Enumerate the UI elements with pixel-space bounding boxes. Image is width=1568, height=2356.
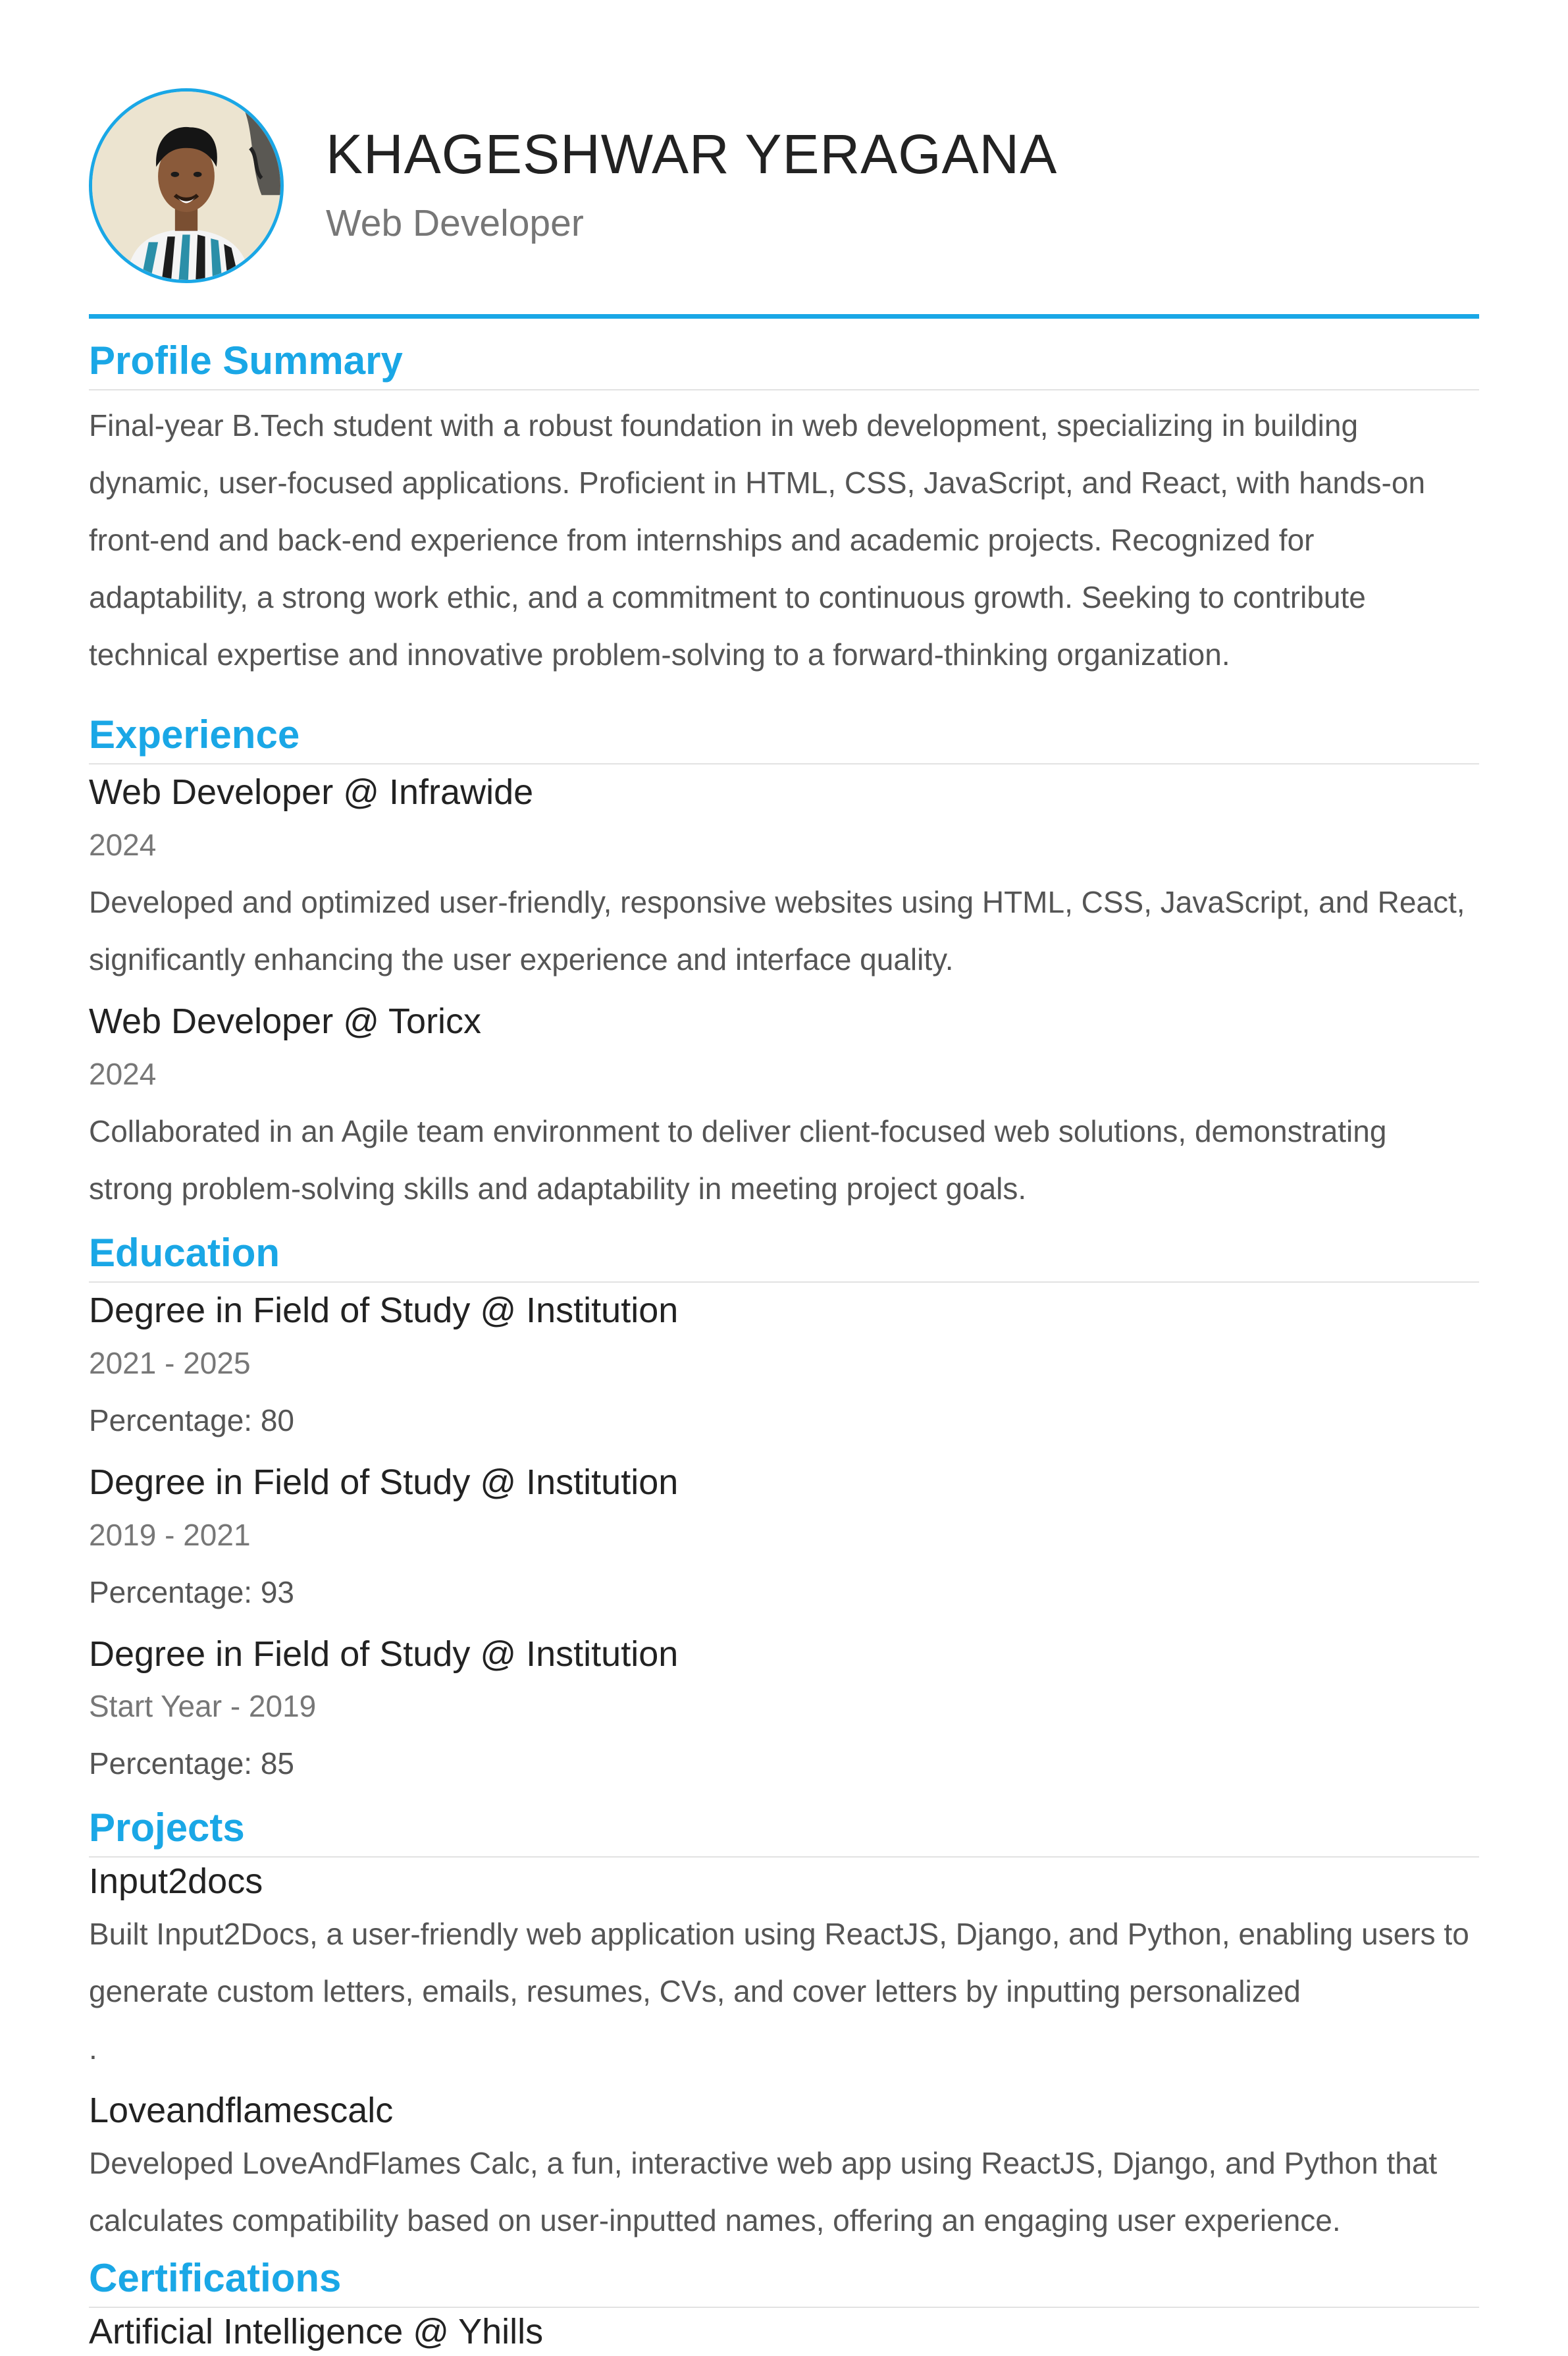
certification-item: Artificial Intelligence @ Yhills xyxy=(89,2308,1479,2356)
education-section: Education Degree in Field of Study @ Ins… xyxy=(89,1228,1479,1793)
experience-item: Web Developer @ Infrawide 2024 Developed… xyxy=(89,768,1479,988)
experience-section: Experience Web Developer @ Infrawide 202… xyxy=(89,710,1479,1218)
section-title-profile-summary: Profile Summary xyxy=(89,336,1479,390)
project-title: Input2docs xyxy=(89,1861,263,1902)
experience-item: Web Developer @ Toricx 2024 Collaborated… xyxy=(89,998,1479,1218)
project-description: Built Input2Docs, a user-friendly web ap… xyxy=(89,1917,1469,2009)
project-item: Loveandflamescalc Developed LoveAndFlame… xyxy=(89,2087,1479,2249)
candidate-name: KHAGESHWAR YERAGANA xyxy=(326,123,1058,185)
experience-date: 2024 xyxy=(89,827,157,862)
projects-section: Projects Input2docs Built Input2Docs, a … xyxy=(89,1803,1479,2249)
experience-description: Collaborated in an Agile team environmen… xyxy=(89,1113,1387,1206)
education-date: Start Year - 2019 xyxy=(89,1689,317,1724)
project-trailing-mark: . xyxy=(89,2031,97,2066)
project-item: Input2docs Built Input2Docs, a user-frie… xyxy=(89,1858,1479,2077)
education-item: Degree in Field of Study @ Institution 2… xyxy=(89,1287,1479,1449)
education-title: Degree in Field of Study @ Institution xyxy=(89,1462,679,1502)
education-item: Degree in Field of Study @ Institution 2… xyxy=(89,1459,1479,1621)
section-title-education: Education xyxy=(89,1228,1479,1283)
experience-description: Developed and optimized user-friendly, r… xyxy=(89,884,1465,977)
education-title: Degree in Field of Study @ Institution xyxy=(89,1634,679,1674)
resume-header: KHAGESHWAR YERAGANA Web Developer xyxy=(89,0,1479,319)
header-divider xyxy=(89,314,1479,319)
education-title: Degree in Field of Study @ Institution xyxy=(89,1290,679,1330)
education-percentage: Percentage: 93 xyxy=(89,1574,295,1609)
experience-date: 2024 xyxy=(89,1056,157,1091)
experience-title: Web Developer @ Infrawide xyxy=(89,772,534,812)
education-percentage: Percentage: 80 xyxy=(89,1403,295,1437)
education-date: 2019 - 2021 xyxy=(89,1517,251,1552)
section-title-experience: Experience xyxy=(89,710,1479,764)
profile-summary-section: Profile Summary Final-year B.Tech studen… xyxy=(89,336,1479,683)
education-percentage: Percentage: 85 xyxy=(89,1746,295,1781)
profile-summary-text: Final-year B.Tech student with a robust … xyxy=(89,408,1426,672)
candidate-role: Web Developer xyxy=(326,202,584,244)
project-title: Loveandflamescalc xyxy=(89,2091,394,2131)
certifications-section: Certifications Artificial Intelligence @… xyxy=(89,2253,1479,2356)
experience-title: Web Developer @ Toricx xyxy=(89,1001,482,1041)
education-date: 2021 - 2025 xyxy=(89,1345,251,1380)
profile-photo xyxy=(89,88,284,283)
project-description: Developed LoveAndFlames Calc, a fun, int… xyxy=(89,2146,1438,2238)
section-title-projects: Projects xyxy=(89,1803,1479,1858)
section-title-certifications: Certifications xyxy=(89,2253,1479,2309)
education-item: Degree in Field of Study @ Institution S… xyxy=(89,1630,1479,1793)
certification-title: Artificial Intelligence @ Yhills xyxy=(89,2312,544,2352)
resume-page: KHAGESHWAR YERAGANA Web Developer Profil… xyxy=(0,0,1568,2351)
